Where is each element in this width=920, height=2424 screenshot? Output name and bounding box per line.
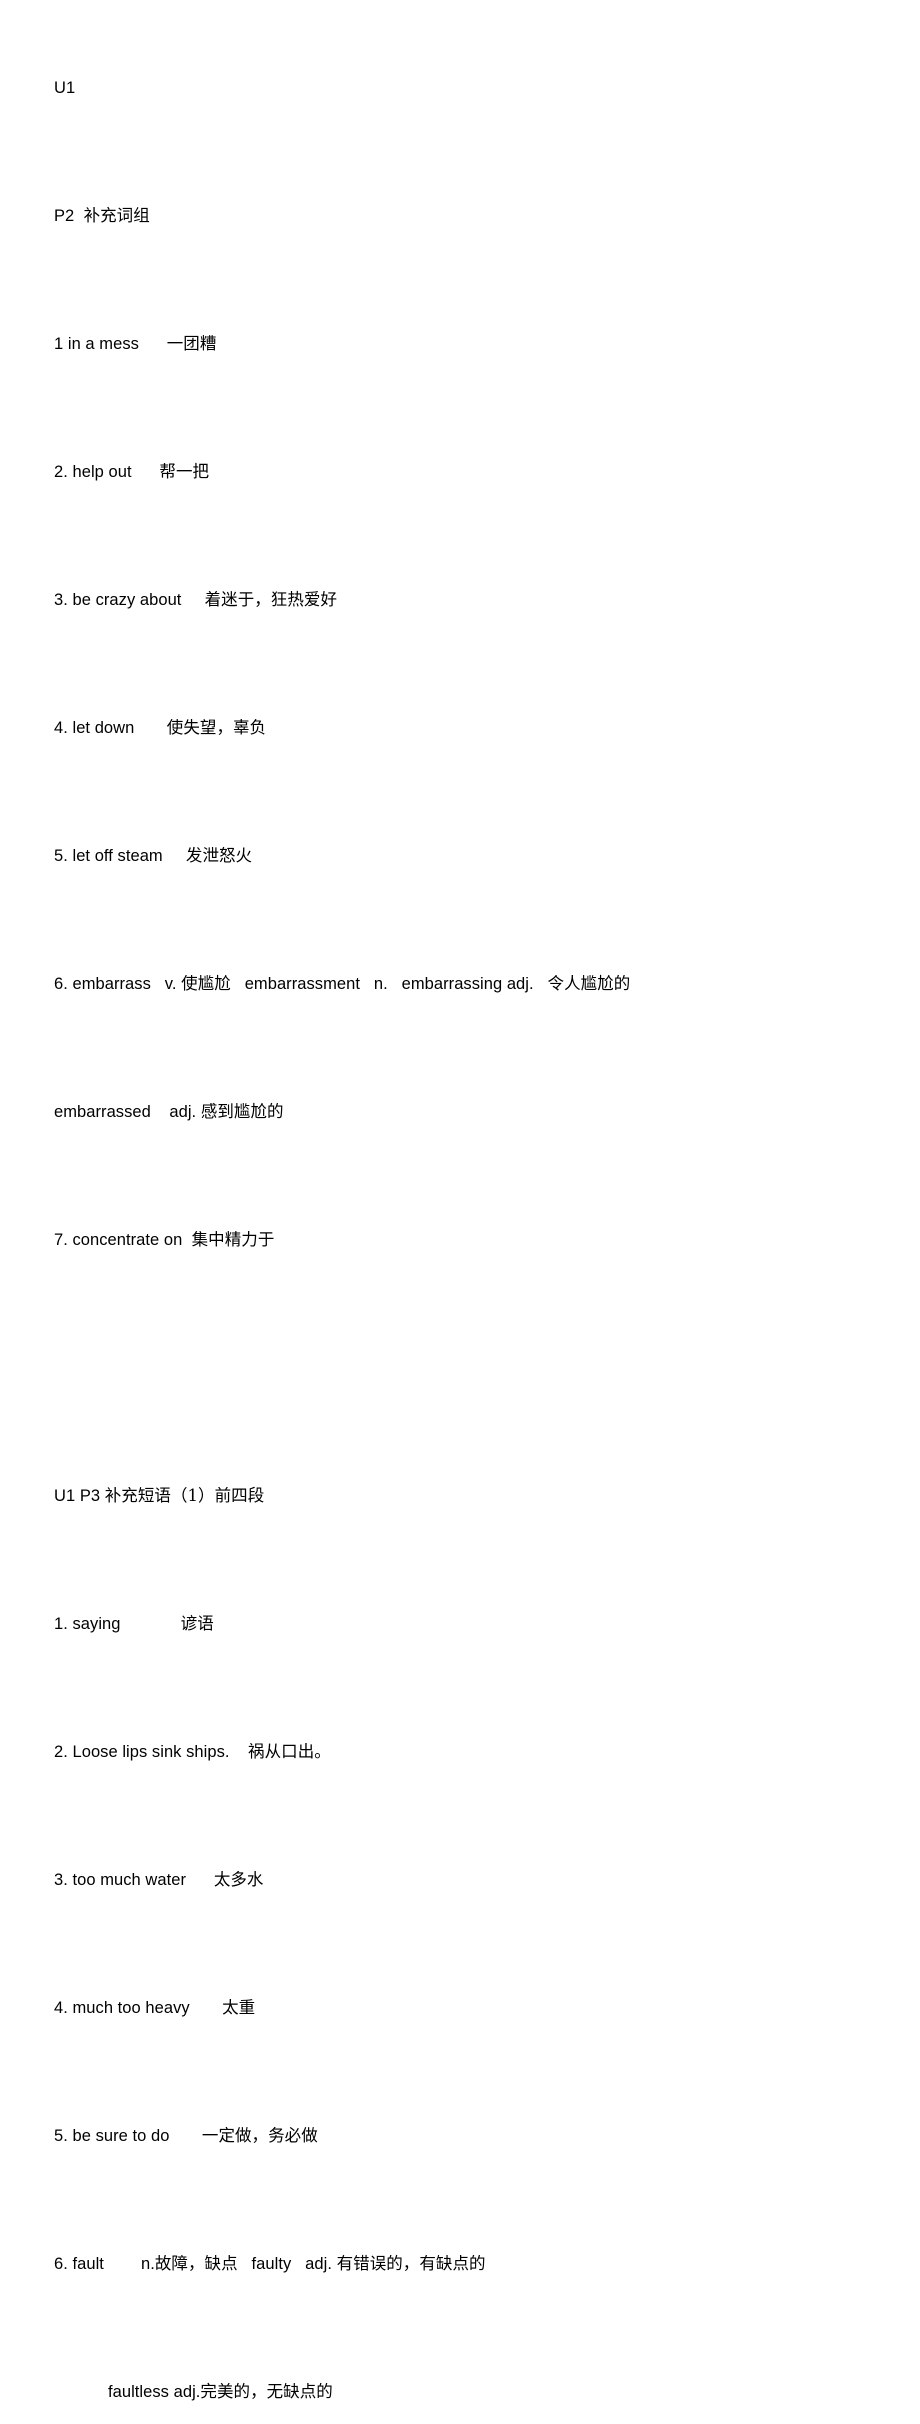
latin-text-run: embarrassed adj. — [54, 1103, 201, 1121]
latin-text-run: 6. embarrass v. — [54, 975, 182, 993]
latin-text-run: faultless adj. — [108, 2383, 201, 2401]
cjk-text-run: 感到尴尬的 — [200, 1102, 284, 1121]
phrase-line-3: 3. too much water 太多水 — [54, 1848, 880, 1912]
phrase-line-6-continuation: faultless adj.完美的，无缺点的 — [54, 2360, 880, 2424]
document-text-body: U1 P2 补充词组 1 in a mess 一团糟 2. help out 帮一把 3… — [54, 56, 880, 2424]
cjk-text-run: 发泄怒火 — [185, 846, 253, 865]
vocab-line-2: 2. help out 帮一把 — [54, 440, 880, 504]
cjk-text-run: 补充词组 — [83, 206, 150, 225]
latin-text-run: U1 — [54, 79, 76, 97]
cjk-text-run: 故障，缺点 — [154, 2254, 238, 2273]
cjk-text-run: 有错误的，有缺点的 — [336, 2254, 486, 2273]
latin-text-run: 1. saying — [54, 1615, 181, 1633]
latin-text-run: 5. let off steam — [54, 847, 186, 865]
cjk-text-run: 使失望，辜负 — [166, 718, 267, 737]
phrase-line-1: 1. saying 谚语 — [54, 1592, 880, 1656]
cjk-text-run: 集中精力于 — [191, 1230, 275, 1249]
latin-text-run: 5. be sure to do — [54, 2127, 202, 2145]
latin-text-run: 3. too much water — [54, 1871, 214, 1889]
latin-text-run: 3. be crazy about — [54, 591, 205, 609]
latin-text-run: 2. help out — [54, 463, 160, 481]
latin-text-run: P2 — [54, 207, 84, 225]
latin-text-run: 6. fault n. — [54, 2255, 155, 2273]
phrase-line-4: 4. much too heavy 太重 — [54, 1976, 880, 2040]
latin-text-run: 4. let down — [54, 719, 167, 737]
vocab-line-1: 1 in a mess 一团糟 — [54, 312, 880, 376]
cjk-text-run: 一定做，务必做 — [201, 2126, 318, 2145]
cjk-text-run: 补充短语（1）前四段 — [104, 1486, 265, 1505]
cjk-text-run: 谚语 — [180, 1614, 214, 1633]
section-heading-p3: U1 P3 补充短语（1）前四段 — [54, 1464, 880, 1528]
document-title: U1 — [54, 56, 880, 120]
cjk-text-run: 使尴尬 — [181, 974, 231, 993]
latin-text-run: embarrassment n. embarrassing adj. — [230, 975, 548, 993]
latin-text-run: 4. much too heavy — [54, 1999, 223, 2017]
document-page: U1 P2 补充词组 1 in a mess 一团糟 2. help out 帮一把 3… — [0, 0, 920, 2401]
vocab-line-7: 7. concentrate on 集中精力于 — [54, 1208, 880, 1272]
cjk-text-run: 太多水 — [213, 1870, 264, 1889]
cjk-text-run: 着迷于，狂热爱好 — [204, 590, 338, 609]
cjk-text-run: 太重 — [222, 1998, 256, 2017]
phrase-line-6: 6. fault n.故障，缺点 faulty adj. 有错误的，有缺点的 — [54, 2232, 880, 2296]
cjk-text-run: 一团糟 — [166, 334, 217, 353]
cjk-text-run: 完美的，无缺点的 — [200, 2382, 333, 2401]
vocab-line-3: 3. be crazy about 着迷于，狂热爱好 — [54, 568, 880, 632]
latin-text-run: 7. concentrate on — [54, 1231, 192, 1249]
vocab-line-6: 6. embarrass v. 使尴尬 embarrassment n. emb… — [54, 952, 880, 1016]
latin-text-run: 1 in a mess — [54, 335, 167, 353]
cjk-text-run: 帮一把 — [159, 462, 210, 481]
vocab-line-5: 5. let off steam 发泄怒火 — [54, 824, 880, 888]
latin-text-run: U1 P3 — [54, 1487, 105, 1505]
vocab-line-4: 4. let down 使失望，辜负 — [54, 696, 880, 760]
latin-text-run: faulty adj. — [237, 2255, 337, 2273]
cjk-text-run: 祸从口出。 — [248, 1742, 331, 1761]
phrase-line-2: 2. Loose lips sink ships. 祸从口出。 — [54, 1720, 880, 1784]
vocab-line-6-continuation: embarrassed adj. 感到尴尬的 — [54, 1080, 880, 1144]
cjk-text-run: 令人尴尬的 — [547, 974, 631, 993]
latin-text-run: 2. Loose lips sink ships. — [54, 1743, 249, 1761]
section-heading-p2: P2 补充词组 — [54, 184, 880, 248]
phrase-line-5: 5. be sure to do 一定做，务必做 — [54, 2104, 880, 2168]
